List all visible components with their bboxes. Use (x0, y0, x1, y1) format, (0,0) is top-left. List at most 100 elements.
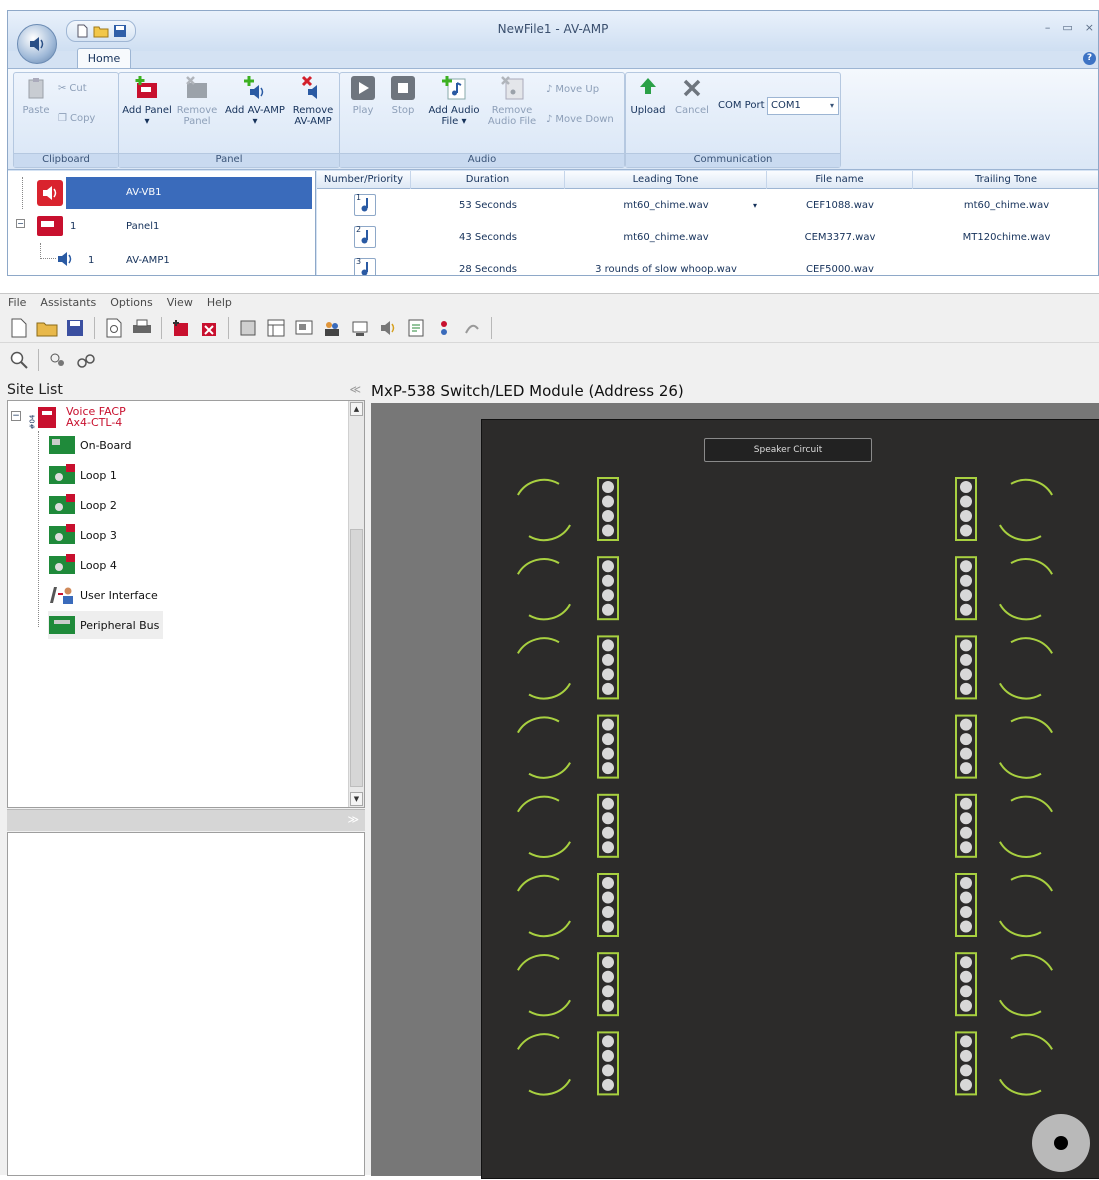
site-tree-scrollbar[interactable]: ▲ ▼ (348, 401, 364, 807)
led-indicator[interactable] (960, 877, 972, 889)
menu-file[interactable]: File (8, 294, 26, 312)
led-indicator[interactable] (960, 1064, 972, 1077)
led-indicator[interactable] (602, 812, 614, 825)
led-indicator[interactable] (602, 906, 614, 918)
tree-node-user-interface[interactable]: User Interface (48, 581, 158, 609)
led-indicator[interactable] (960, 956, 972, 969)
led-indicator[interactable] (602, 1078, 614, 1091)
play-button[interactable]: Play (346, 75, 380, 116)
connect-icon[interactable] (433, 317, 455, 339)
led-indicator[interactable] (960, 574, 972, 587)
table-row[interactable]: 2 43 Seconds mt60_chime.wav CEM3377.wav … (317, 222, 1098, 254)
switch-button[interactable] (999, 795, 1053, 858)
led-strip[interactable] (955, 635, 977, 700)
menu-view[interactable]: View (167, 294, 193, 312)
add-av-amp-button[interactable]: Add AV-AMP ▾ (223, 75, 287, 127)
led-indicator[interactable] (602, 920, 614, 933)
switch-button[interactable] (999, 874, 1053, 938)
led-indicator[interactable] (960, 970, 972, 983)
led-indicator[interactable] (960, 841, 972, 854)
led-indicator[interactable] (960, 812, 972, 825)
minimize-icon[interactable]: – (1045, 21, 1051, 34)
module-icon[interactable] (237, 317, 259, 339)
led-indicator[interactable] (602, 985, 614, 998)
add-panel-icon[interactable] (170, 317, 192, 339)
move-down-button[interactable]: ♪ Move Down (546, 114, 614, 125)
com-port-select[interactable]: COM1 ▾ (767, 97, 839, 115)
menu-help[interactable]: Help (207, 294, 232, 312)
led-indicator[interactable] (960, 891, 972, 904)
led-indicator[interactable] (602, 481, 614, 493)
led-indicator[interactable] (602, 603, 614, 616)
led-strip[interactable] (955, 556, 977, 621)
tree-node-loop-2[interactable]: Loop 2 (48, 491, 117, 519)
find-device-icon[interactable] (47, 349, 69, 371)
led-strip[interactable] (597, 952, 619, 1017)
tree-node-loop-4[interactable]: Loop 4 (48, 551, 117, 579)
collapse-icon[interactable]: − (11, 411, 21, 421)
add-panel-button[interactable]: Add Panel ▾ (121, 75, 173, 127)
led-indicator[interactable] (960, 560, 972, 573)
switch-button[interactable] (517, 954, 571, 1017)
led-indicator[interactable] (602, 762, 614, 775)
led-indicator[interactable] (602, 797, 614, 810)
led-strip[interactable] (597, 1031, 619, 1096)
led-strip[interactable] (597, 873, 619, 937)
led-strip[interactable] (955, 793, 977, 858)
led-indicator[interactable] (602, 495, 614, 508)
switch-button[interactable] (517, 795, 571, 858)
switch-button[interactable] (517, 558, 571, 621)
led-indicator[interactable] (960, 495, 972, 508)
close-icon[interactable]: × (1085, 21, 1094, 34)
switch-button[interactable] (999, 716, 1053, 779)
switch-button[interactable] (999, 478, 1053, 542)
led-indicator[interactable] (602, 826, 614, 839)
led-strip[interactable] (955, 1031, 977, 1096)
led-indicator[interactable] (960, 826, 972, 839)
led-indicator[interactable] (602, 718, 614, 731)
led-indicator[interactable] (960, 1049, 972, 1062)
scroll-thumb[interactable] (350, 529, 363, 787)
switch-button[interactable] (517, 874, 571, 938)
save-icon[interactable] (113, 24, 127, 38)
application-menu-button[interactable] (17, 24, 57, 64)
collapse-icon[interactable]: − (16, 219, 25, 228)
led-indicator[interactable] (960, 510, 972, 522)
print-icon[interactable] (131, 317, 153, 339)
led-indicator[interactable] (602, 589, 614, 602)
table-row[interactable]: 3 28 Seconds 3 rounds of slow whoop.wav … (317, 254, 1098, 275)
led-indicator[interactable] (960, 797, 972, 810)
network-icon[interactable] (349, 317, 371, 339)
paste-button[interactable]: Paste (19, 75, 53, 116)
led-strip[interactable] (955, 477, 977, 541)
print-preview-icon[interactable] (103, 317, 125, 339)
led-indicator[interactable] (602, 747, 614, 760)
save-icon[interactable] (64, 317, 86, 339)
collapse-chevron-icon[interactable]: ≪ (349, 380, 361, 400)
led-indicator[interactable] (602, 1049, 614, 1062)
dropdown-arrow-icon[interactable]: ▾ (753, 190, 757, 222)
led-strip[interactable] (955, 714, 977, 779)
copy-button[interactable]: ❐ Copy (58, 113, 95, 124)
led-indicator[interactable] (960, 524, 972, 537)
led-indicator[interactable] (602, 891, 614, 904)
led-indicator[interactable] (602, 560, 614, 573)
led-indicator[interactable] (602, 841, 614, 854)
cut-button[interactable]: ✂ Cut (58, 83, 87, 94)
led-indicator[interactable] (602, 1064, 614, 1077)
new-file-icon[interactable] (8, 317, 30, 339)
report-icon[interactable] (405, 317, 427, 339)
settings-icon[interactable] (75, 349, 97, 371)
led-indicator[interactable] (602, 524, 614, 537)
led-indicator[interactable] (602, 682, 614, 695)
led-indicator[interactable] (602, 999, 614, 1012)
maximize-icon[interactable]: ▭ (1062, 21, 1072, 34)
led-indicator[interactable] (960, 668, 972, 681)
led-strip[interactable] (597, 477, 619, 541)
column-header[interactable]: Trailing Tone (913, 171, 1098, 189)
display-icon[interactable] (293, 317, 315, 339)
tree-node-loop-3[interactable]: Loop 3 (48, 521, 117, 549)
led-strip[interactable] (955, 952, 977, 1017)
stop-button[interactable]: Stop (386, 75, 420, 116)
help-icon[interactable]: ? (1083, 52, 1096, 65)
